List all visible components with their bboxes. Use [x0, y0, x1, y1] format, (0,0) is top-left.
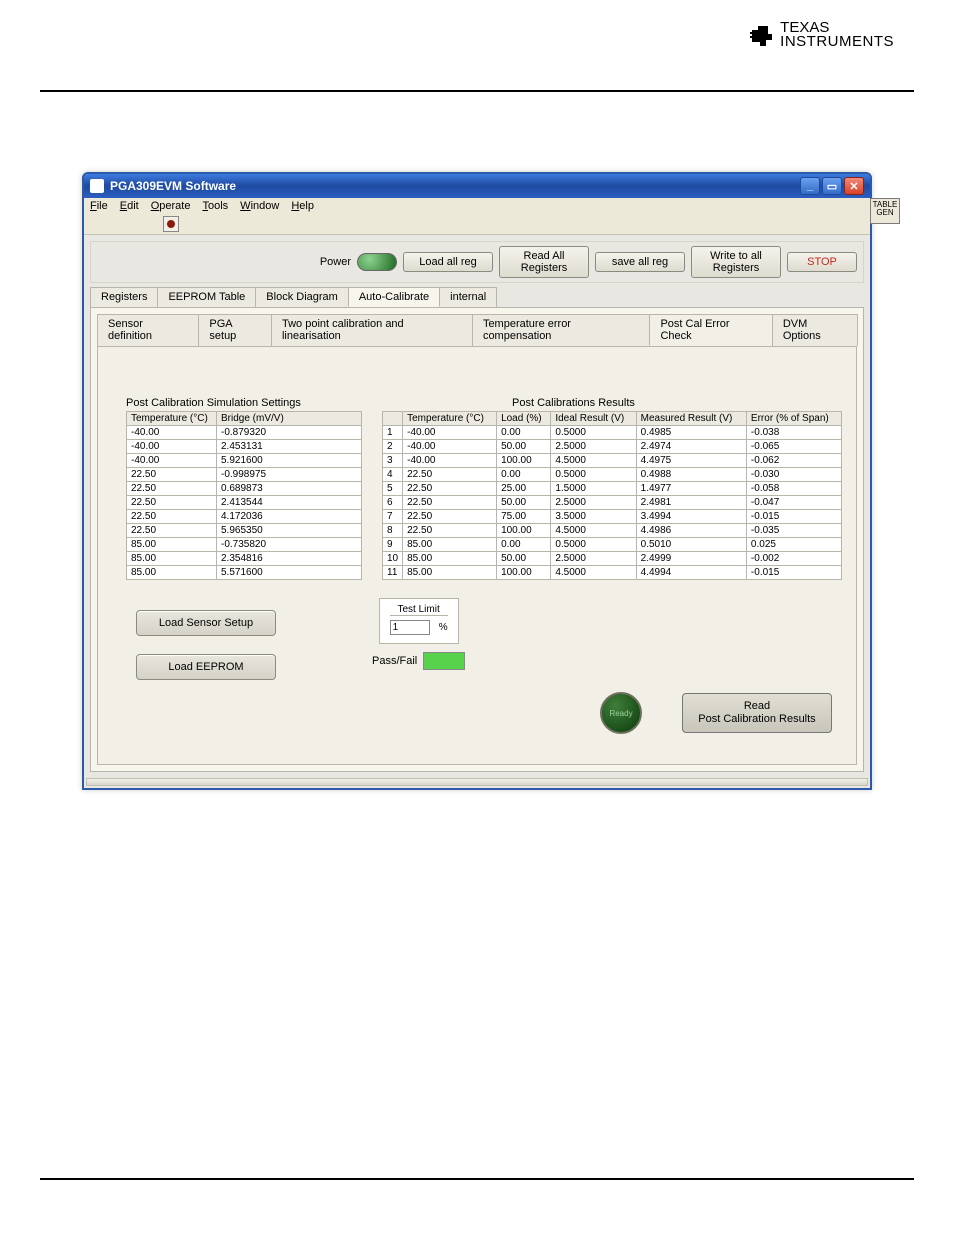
passfail-indicator — [423, 652, 465, 670]
menu-operate[interactable]: Operate — [151, 200, 191, 212]
minimize-button[interactable]: _ — [800, 177, 820, 195]
test-limit-label: Test Limit — [390, 604, 448, 616]
right-section-title: Post Calibrations Results — [512, 397, 842, 409]
table-row: 85.002.354816 — [127, 552, 362, 566]
table-row: 85.00-0.735820 — [127, 538, 362, 552]
table-row: 1085.0050.002.50002.4999-0.002 — [383, 552, 842, 566]
sub-tab-two-point-calibration-and-linearisation[interactable]: Two point calibration and linearisation — [271, 314, 473, 346]
table-row: -40.005.921600 — [127, 454, 362, 468]
table-row: 1-40.000.000.50000.4985-0.038 — [383, 426, 842, 440]
sub-tab-post-cal-error-check[interactable]: Post Cal Error Check — [649, 314, 772, 346]
window-title: PGA309EVM Software — [110, 179, 236, 193]
test-limit-unit: % — [439, 622, 448, 633]
sub-tabpanel: Post Calibration Simulation Settings Tem… — [97, 346, 857, 765]
power-label: Power — [320, 256, 351, 268]
table-row: 622.5050.002.50002.4981-0.047 — [383, 496, 842, 510]
toolbar-row — [84, 214, 870, 235]
menu-window[interactable]: Window — [240, 200, 279, 212]
write-all-reg-button[interactable]: Write to all Registers — [691, 246, 781, 278]
menu-file[interactable]: File — [90, 200, 108, 212]
table-row: 985.000.000.50000.50100.025 — [383, 538, 842, 552]
scrollbar[interactable] — [86, 778, 868, 786]
table-row: 22.504.172036 — [127, 510, 362, 524]
sub-tabs: Sensor definitionPGA setupTwo point cali… — [97, 314, 857, 346]
ti-logo: TEXAS INSTRUMENTS — [746, 20, 894, 50]
menubar: File Edit Operate Tools Window Help TABL… — [84, 198, 870, 214]
test-limit-input[interactable]: 1 — [390, 620, 430, 635]
table-row: 22.505.965350 — [127, 524, 362, 538]
passfail-label: Pass/Fail — [372, 655, 417, 667]
test-limit-group: Test Limit 1 % Pass/Fail — [372, 598, 465, 670]
titlebar: PGA309EVM Software _ ▭ ✕ — [84, 174, 870, 198]
brand-line2: INSTRUMENTS — [780, 35, 894, 49]
main-tab-auto-calibrate[interactable]: Auto-Calibrate — [348, 287, 440, 307]
main-tab-block-diagram[interactable]: Block Diagram — [255, 287, 349, 307]
ti-chip-icon — [746, 20, 776, 50]
side-tab-table-gen[interactable]: TABLEGEN — [870, 198, 900, 224]
read-post-cal-button[interactable]: ReadPost Calibration Results — [682, 693, 832, 733]
save-all-reg-button[interactable]: save all reg — [595, 252, 685, 272]
sub-tab-sensor-definition[interactable]: Sensor definition — [97, 314, 199, 346]
load-all-reg-button[interactable]: Load all reg — [403, 252, 493, 272]
app-window: PGA309EVM Software _ ▭ ✕ File Edit Opera… — [82, 172, 872, 790]
menu-tools[interactable]: Tools — [202, 200, 228, 212]
table-row: -40.00-0.879320 — [127, 426, 362, 440]
read-all-reg-button[interactable]: Read All Registers — [499, 246, 589, 278]
load-sensor-setup-button[interactable]: Load Sensor Setup — [136, 610, 276, 636]
button-bar: Power Load all reg Read All Registers sa… — [90, 241, 864, 283]
table-row: 522.5025.001.50001.4977-0.058 — [383, 482, 842, 496]
maximize-button[interactable]: ▭ — [822, 177, 842, 195]
table-row: -40.002.453131 — [127, 440, 362, 454]
menu-help[interactable]: Help — [291, 200, 314, 212]
table-row: 722.5075.003.50003.4994-0.015 — [383, 510, 842, 524]
close-button[interactable]: ✕ — [844, 177, 864, 195]
sub-tab-temperature-error-compensation[interactable]: Temperature error compensation — [472, 314, 651, 346]
ready-lamp: Ready — [600, 692, 642, 734]
left-section-title: Post Calibration Simulation Settings — [126, 397, 362, 409]
calibration-results-table: Temperature (°C)Load (%)Ideal Result (V)… — [382, 411, 842, 580]
table-row: 22.50-0.998975 — [127, 468, 362, 482]
main-tabpanel: Sensor definitionPGA setupTwo point cali… — [90, 307, 864, 772]
sub-tab-dvm-options[interactable]: DVM Options — [772, 314, 858, 346]
abort-icon[interactable] — [163, 216, 179, 232]
menu-edit[interactable]: Edit — [120, 200, 139, 212]
main-tab-internal[interactable]: internal — [439, 287, 497, 307]
table-row: 1185.00100.004.50004.4994-0.015 — [383, 566, 842, 580]
main-tabs: RegistersEEPROM TableBlock DiagramAuto-C… — [90, 287, 864, 307]
stop-button[interactable]: STOP — [787, 252, 857, 272]
sub-tab-pga-setup[interactable]: PGA setup — [198, 314, 272, 346]
main-tab-registers[interactable]: Registers — [90, 287, 158, 307]
rule-top — [40, 90, 914, 92]
main-tab-eeprom-table[interactable]: EEPROM Table — [157, 287, 256, 307]
table-row: 85.005.571600 — [127, 566, 362, 580]
table-row: 422.500.000.50000.4988-0.030 — [383, 468, 842, 482]
table-row: 822.50100.004.50004.4986-0.035 — [383, 524, 842, 538]
power-toggle[interactable] — [357, 253, 397, 271]
app-icon — [90, 179, 104, 193]
table-row: 22.500.689873 — [127, 482, 362, 496]
rule-bottom — [40, 1178, 914, 1180]
table-row: 3-40.00100.004.50004.4975-0.062 — [383, 454, 842, 468]
load-eeprom-button[interactable]: Load EEPROM — [136, 654, 276, 680]
simulation-settings-table: Temperature (°C)Bridge (mV/V) -40.00-0.8… — [126, 411, 362, 580]
table-row: 2-40.0050.002.50002.4974-0.065 — [383, 440, 842, 454]
table-row: 22.502.413544 — [127, 496, 362, 510]
